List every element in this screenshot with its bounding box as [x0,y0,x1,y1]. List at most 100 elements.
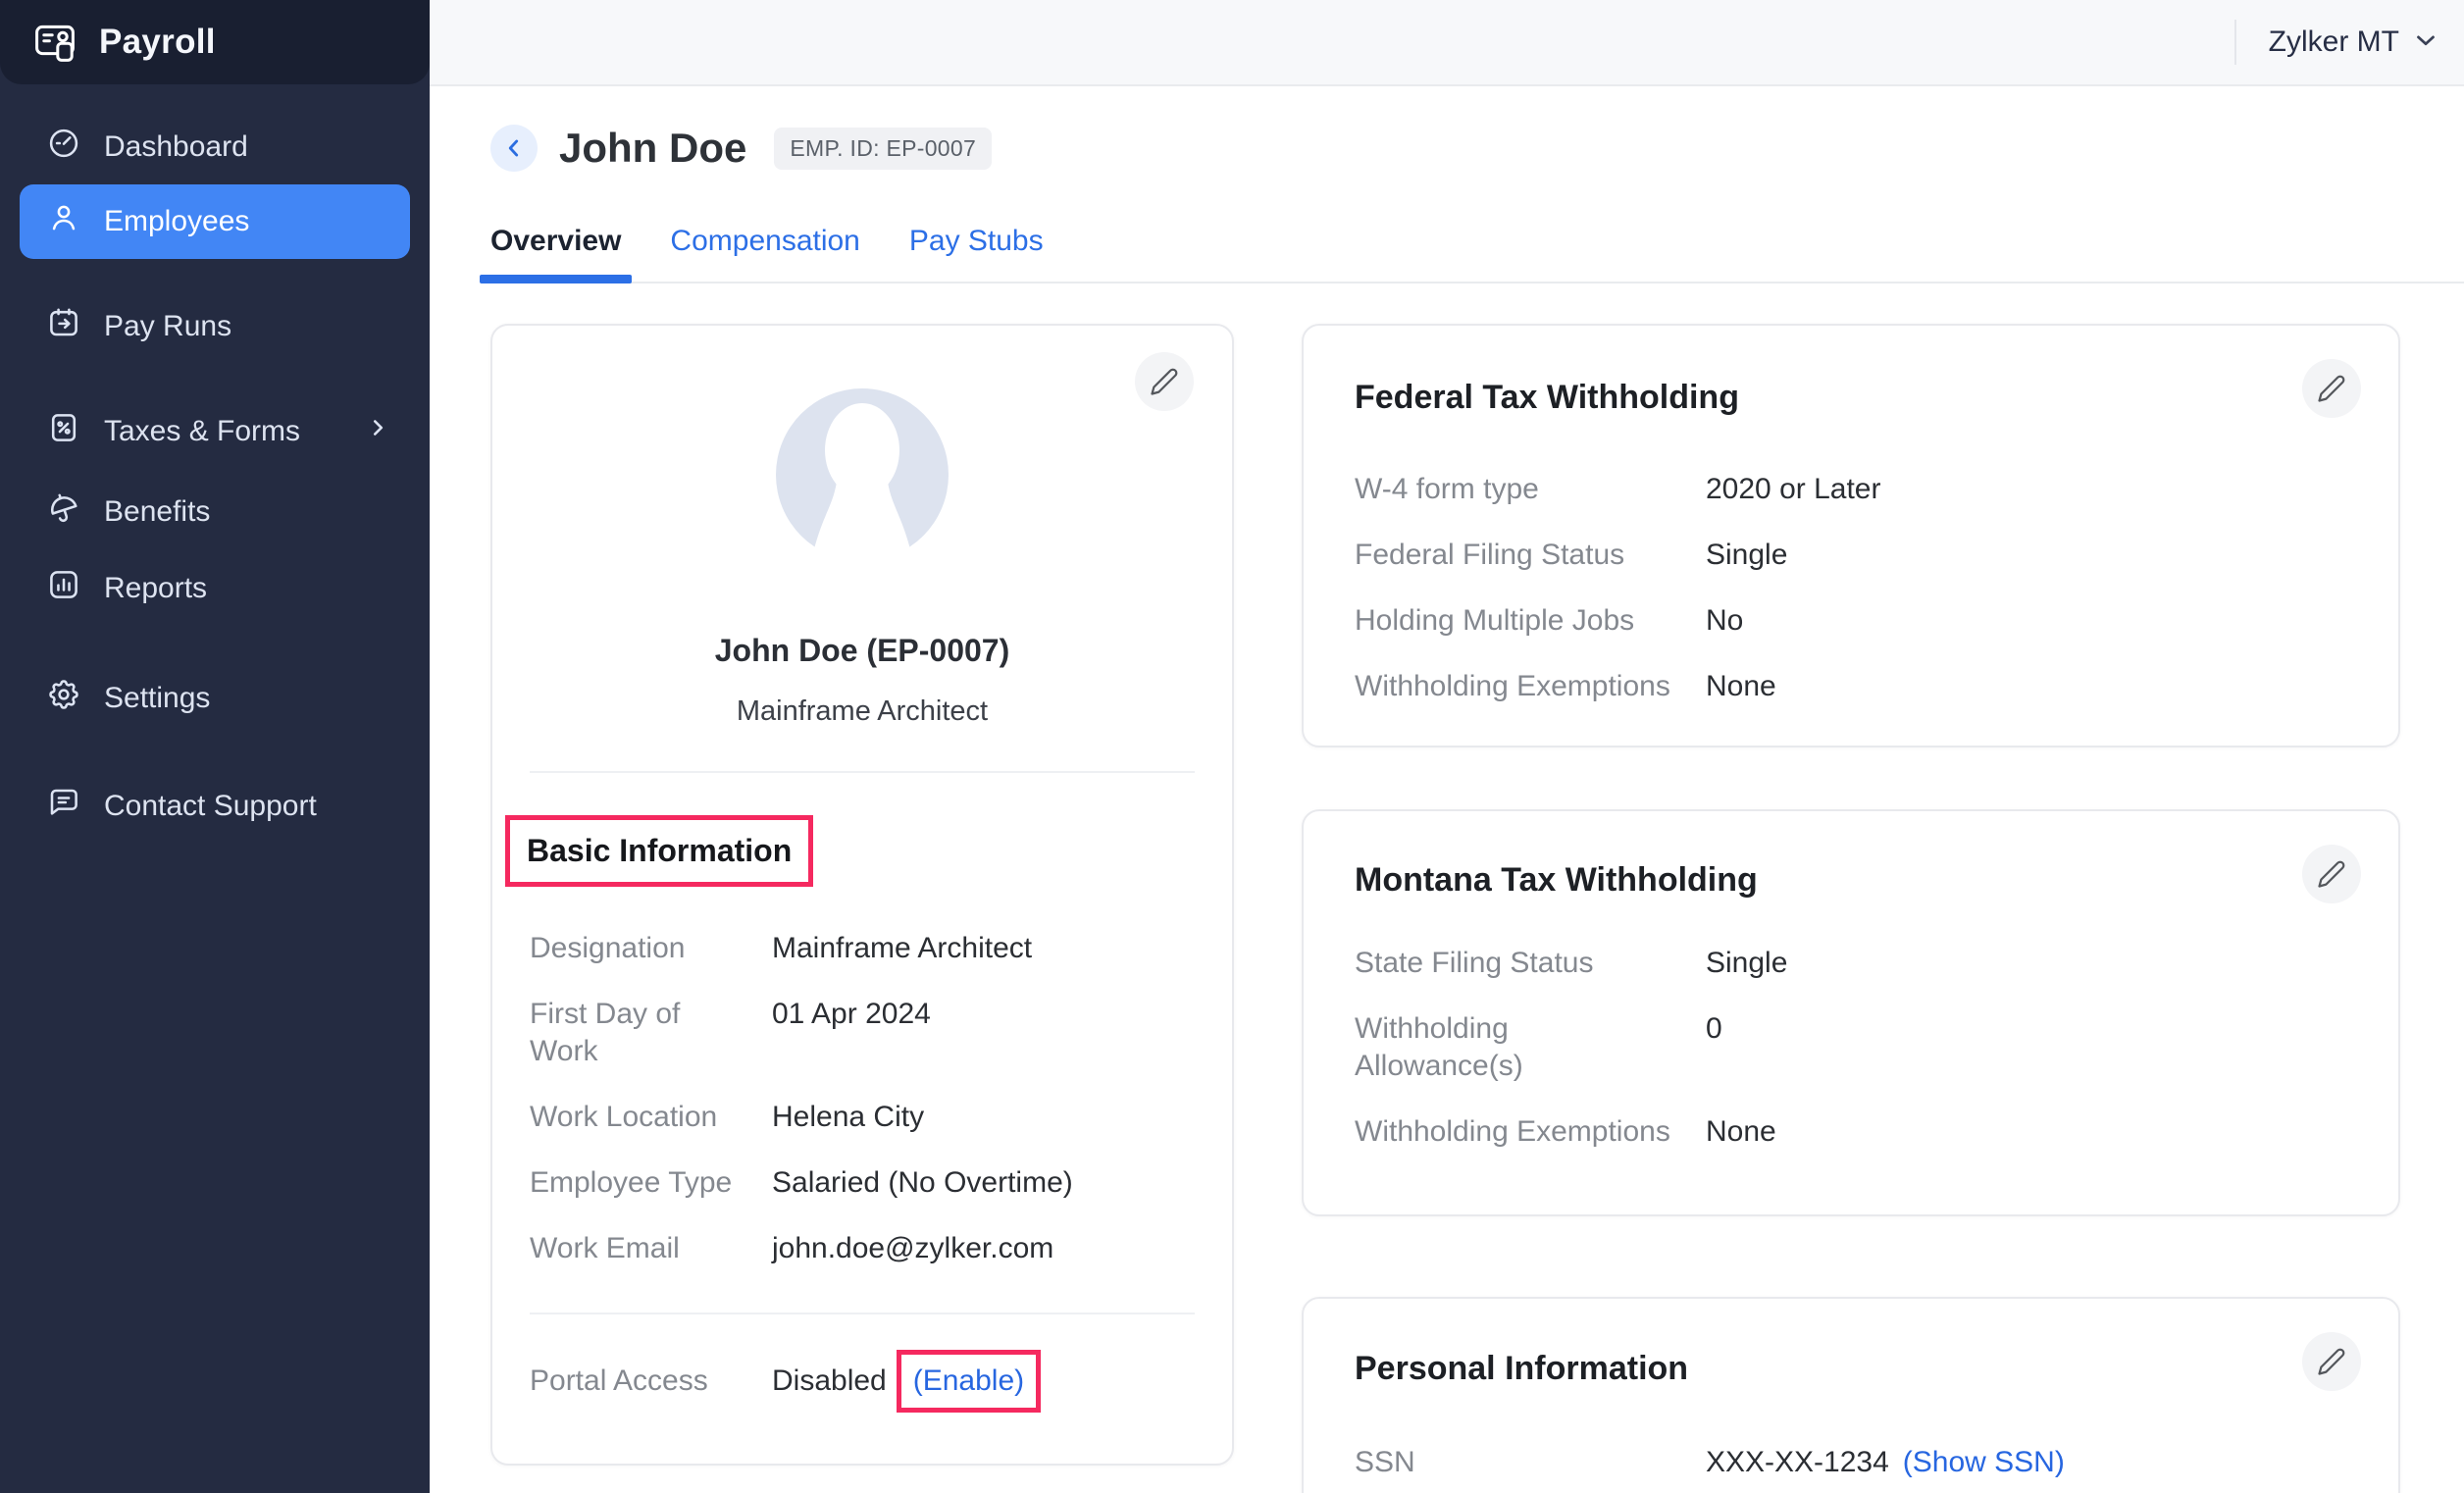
pencil-icon [2317,1347,2346,1376]
pencil-icon [2317,374,2346,403]
sidebar-item-settings[interactable]: Settings [20,661,410,736]
field-label: Withholding Exemptions [1355,1113,1678,1151]
tab-label: Compensation [670,225,859,257]
divider [530,1313,1195,1314]
show-ssn-link[interactable]: (Show SSN) [1903,1444,2065,1481]
basic-information-rows: Designation Mainframe Architect First Da… [530,930,1195,1267]
field-label: W-4 form type [1355,471,1678,508]
sidebar-item-label: Pay Runs [104,310,231,343]
active-tab-underline [480,275,632,283]
info-row-federal-filing-status: Federal Filing Status Single [1355,537,2361,574]
tab-overview[interactable]: Overview [490,223,621,260]
sidebar-item-label: Contact Support [104,790,317,823]
personal-information-card: Personal Information SSN XXX-XX-1234 (Sh… [1302,1297,2400,1493]
info-row-state-filing-status: State Filing Status Single [1355,945,2361,982]
org-name: Zylker MT [2269,26,2399,59]
field-label: Employee Type [530,1164,741,1202]
field-value: None [1706,668,2361,705]
card-title: Montana Tax Withholding [1355,811,2361,901]
field-value: Helena City [772,1099,1195,1136]
card-title: Federal Tax Withholding [1355,326,2361,418]
divider [530,771,1195,773]
tab-label: Pay Stubs [909,225,1044,257]
portal-status: Disabled [772,1364,887,1398]
info-row-withholding-exemptions: Withholding Exemptions None [1355,668,2361,705]
field-value: None [1706,1113,2361,1151]
sidebar-item-taxes-forms[interactable]: Taxes & Forms [20,394,410,469]
payroll-logo-icon [31,19,78,66]
pencil-icon [2317,859,2346,889]
edit-profile-button[interactable] [1135,352,1194,411]
sidebar-item-label: Reports [104,572,207,605]
tabs: Overview Compensation Pay Stubs [490,223,2464,283]
ssn-value: XXX-XX-1234 (Show SSN) [1706,1444,2361,1481]
sidebar-item-pay-runs[interactable]: Pay Runs [20,289,410,364]
sidebar-item-reports[interactable]: Reports [20,551,410,626]
chevron-left-icon [501,135,527,161]
field-label: Withholding Exemptions [1355,668,1678,705]
sidebar-item-employees[interactable]: Employees [20,184,410,259]
topbar: Zylker MT [430,0,2464,86]
sidebar-item-label: Settings [104,682,210,715]
sidebar-item-label: Employees [104,205,249,238]
brand[interactable]: Payroll [0,0,430,84]
info-row-designation: Designation Mainframe Architect [530,930,1195,967]
sidebar-item-dashboard[interactable]: Dashboard [20,110,410,184]
sidebar-item-label: Dashboard [104,130,248,164]
avatar [530,380,1195,561]
tab-compensation[interactable]: Compensation [670,223,859,260]
field-value: Salaried (No Overtime) [772,1164,1195,1202]
field-label: Designation [530,930,741,967]
chevron-right-icon [365,415,390,448]
employee-detail-page: John Doe EMP. ID: EP-0007 Overview Compe… [430,86,2464,1493]
field-value: Mainframe Architect [772,930,1195,967]
content-columns: John Doe (EP-0007) Mainframe Architect B… [490,324,2400,1493]
sidebar: Payroll Dashboard Employees [0,0,430,1493]
benefits-icon [46,490,81,534]
chevron-down-icon [2411,26,2440,60]
edit-personal-information-button[interactable] [2302,1332,2361,1391]
page-title: John Doe [559,124,746,173]
settings-gear-icon [46,677,81,720]
section-title-basic-information: Basic Information [527,832,792,870]
montana-rows: State Filing Status Single Withholding A… [1355,945,2361,1151]
sidebar-item-label: Taxes & Forms [104,415,300,448]
federal-tax-withholding-card: Federal Tax Withholding W-4 form type 20… [1302,324,2400,747]
field-label: Federal Filing Status [1355,537,1678,574]
info-row-employee-type: Employee Type Salaried (No Overtime) [530,1164,1195,1202]
enable-portal-link[interactable]: (Enable) [913,1363,1024,1400]
field-value: Single [1706,537,2361,574]
montana-tax-withholding-card: Montana Tax Withholding State Filing Sta… [1302,809,2400,1216]
portal-access-row: Portal Access Disabled (Enable) [530,1350,1195,1413]
field-value: Single [1706,945,2361,982]
field-label: Withholding Allowance(s) [1355,1010,1678,1085]
brand-title: Payroll [99,23,216,62]
dashboard-icon [46,126,81,169]
field-value: No [1706,602,2361,640]
federal-rows: W-4 form type 2020 or Later Federal Fili… [1355,471,2361,705]
back-button[interactable] [490,125,538,172]
field-value: 0 [1706,1010,2361,1048]
tab-pay-stubs[interactable]: Pay Stubs [909,223,1044,260]
edit-montana-tax-button[interactable] [2302,845,2361,903]
edit-federal-tax-button[interactable] [2302,359,2361,418]
main-area: Zylker MT John Doe EMP. ID: EP-0007 [430,0,2464,1493]
sidebar-item-contact-support[interactable]: Contact Support [20,769,410,844]
sidebar-item-benefits[interactable]: Benefits [20,475,410,549]
field-value: john.doe@zylker.com [772,1230,1195,1267]
info-row-withholding-exemptions: Withholding Exemptions None [1355,1113,2361,1151]
topbar-divider [2234,20,2236,65]
profile-name: John Doe (EP-0007) [530,630,1195,671]
org-switcher[interactable]: Zylker MT [2269,26,2440,60]
right-column: Federal Tax Withholding W-4 form type 20… [1302,324,2400,1493]
info-row-work-location: Work Location Helena City [530,1099,1195,1136]
info-row-ssn: SSN XXX-XX-1234 (Show SSN) [1355,1444,2361,1481]
profile-role: Mainframe Architect [530,693,1195,730]
field-label: Work Email [530,1230,741,1267]
employee-profile-card: John Doe (EP-0007) Mainframe Architect B… [490,324,1234,1466]
field-label: Work Location [530,1099,741,1136]
field-label: State Filing Status [1355,945,1678,982]
payroll-app: Payroll Dashboard Employees [0,0,2464,1493]
field-value: 01 Apr 2024 [772,996,1195,1033]
employee-id-badge: EMP. ID: EP-0007 [774,128,992,170]
